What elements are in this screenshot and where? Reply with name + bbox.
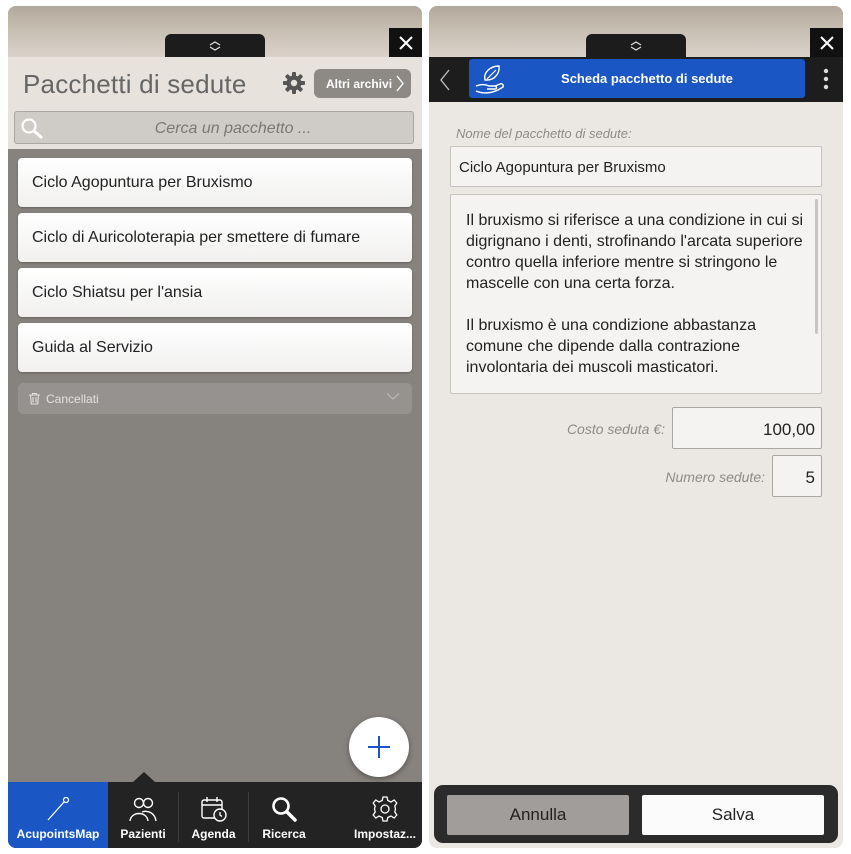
search-input[interactable]: Cerca un pacchetto ... — [14, 111, 414, 144]
close-icon — [819, 36, 834, 50]
package-item[interactable]: Ciclo Shiatsu per l'ansia — [18, 268, 412, 317]
bottom-tab-bar: AcupointsMap Pazienti Agenda Ricerca Imp… — [8, 772, 422, 848]
cancel-button[interactable]: Annulla — [447, 795, 629, 835]
chevron-down-icon — [386, 393, 400, 400]
package-item[interactable]: Ciclo Agopuntura per Bruxismo — [18, 158, 412, 207]
tab-agenda[interactable]: Agenda — [179, 782, 248, 848]
tab-label: Pazienti — [120, 827, 166, 841]
package-item[interactable]: Ciclo di Auricoloterapia per smettere di… — [18, 213, 412, 262]
search-placeholder: Cerca un pacchetto ... — [154, 120, 312, 137]
packages-list-panel: Pacchetti di sedute Altri archivi Cerca … — [8, 6, 422, 848]
chevron-right-icon — [396, 75, 404, 92]
tab-acupointsmap[interactable]: AcupointsMap — [8, 782, 108, 848]
chevron-up-down-icon — [630, 40, 642, 51]
package-description-field[interactable]: Il bruxismo si riferisce a una condizion… — [450, 194, 822, 394]
close-button[interactable] — [389, 28, 422, 58]
session-count-field[interactable]: 5 — [772, 455, 822, 497]
description-scrollbar[interactable] — [815, 199, 818, 334]
tab-label: Ricerca — [262, 827, 306, 841]
tab-label: Agenda — [191, 827, 236, 841]
package-name-field[interactable]: Ciclo Agopuntura per Bruxismo — [450, 146, 822, 187]
session-count-label: Numero sedute: — [665, 469, 765, 485]
session-cost-field[interactable]: 100,00 — [672, 407, 822, 449]
drag-handle[interactable] — [165, 34, 265, 57]
other-archives-label: Altri archivi — [326, 76, 393, 91]
drag-handle[interactable] — [586, 34, 686, 57]
package-item[interactable]: Guida al Servizio — [18, 323, 412, 372]
close-icon — [398, 36, 413, 50]
tab-pazienti[interactable]: Pazienti — [108, 782, 178, 848]
tab-impostazioni[interactable]: Impostaz... — [348, 782, 422, 848]
back-button[interactable] — [439, 69, 451, 96]
header-title-box: Scheda pacchetto di sedute — [469, 59, 805, 98]
search-icon — [272, 797, 297, 822]
plus-icon — [368, 736, 390, 758]
deleted-section-toggle[interactable]: Cancellati — [18, 383, 412, 414]
action-bar: Annulla Salva — [434, 785, 838, 843]
more-vertical-icon — [823, 68, 829, 90]
package-name-label: Nome del pacchetto di sedute: — [456, 126, 632, 141]
chevron-up-down-icon — [209, 40, 221, 51]
active-tab-indicator — [133, 772, 155, 782]
tab-label: Impostaz... — [353, 827, 416, 841]
description-paragraph: Il bruxismo si riferisce a una condizion… — [466, 212, 804, 292]
list-header: Pacchetti di sedute Altri archivi — [8, 57, 422, 109]
save-button[interactable]: Salva — [642, 795, 824, 835]
deleted-label: Cancellati — [46, 391, 99, 406]
session-cost-label: Costo seduta €: — [566, 421, 665, 437]
page-title: Scheda pacchetto di sedute — [561, 71, 733, 86]
chevron-left-icon — [440, 69, 450, 91]
tab-ricerca[interactable]: Ricerca — [249, 782, 319, 848]
close-button[interactable] — [810, 28, 843, 58]
settings-button[interactable] — [282, 71, 306, 100]
more-menu-button[interactable] — [823, 68, 829, 95]
trash-icon — [29, 392, 40, 405]
page-title: Pacchetti di sedute — [23, 69, 247, 99]
other-archives-button[interactable]: Altri archivi — [314, 69, 411, 98]
gear-icon — [372, 796, 398, 822]
description-paragraph: Il bruxismo è una condizione abbastanza … — [466, 317, 756, 376]
people-icon — [129, 797, 157, 822]
calendar-clock-icon — [200, 797, 227, 822]
detail-header: Scheda pacchetto di sedute — [429, 57, 843, 102]
add-package-button[interactable] — [349, 717, 409, 777]
needle-icon — [47, 796, 70, 821]
package-detail-panel: Scheda pacchetto di sedute Nome del pacc… — [429, 6, 843, 848]
gear-icon — [283, 72, 305, 94]
search-row: Cerca un pacchetto ... — [8, 109, 422, 149]
tab-label: AcupointsMap — [16, 827, 100, 841]
